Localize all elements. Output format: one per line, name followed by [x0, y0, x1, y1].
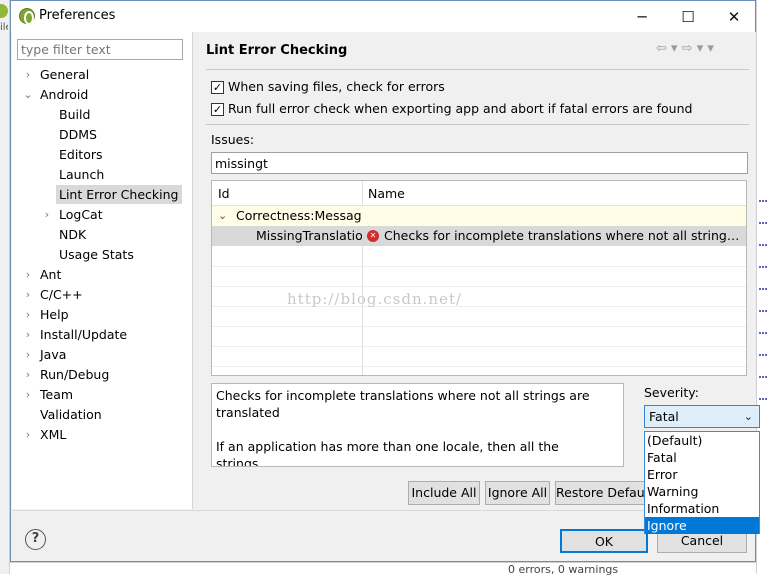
- tree-item-ndk[interactable]: NDK: [59, 225, 90, 244]
- tree-item-lint-error-checking[interactable]: Lint Error Checking: [56, 185, 183, 204]
- chevron-right-icon[interactable]: ›: [42, 205, 52, 224]
- tree-item-editors[interactable]: Editors: [59, 145, 107, 164]
- tree-item-logcat[interactable]: LogCat: [59, 205, 107, 224]
- window-title: Preferences: [39, 8, 116, 23]
- preferences-window: Preferences ─ ☐ ✕ › General ⌄ Android Bu…: [10, 0, 760, 562]
- issue-name: Checks for incomplete translations where…: [384, 228, 744, 243]
- tree-item-ddms[interactable]: DDMS: [59, 125, 101, 144]
- severity-option-warning[interactable]: Warning: [645, 483, 759, 500]
- minimize-button[interactable]: ─: [619, 1, 665, 32]
- issues-table[interactable]: Id Name ⌄ Correctness:Messages MissingTr…: [211, 180, 747, 376]
- severity-option-error[interactable]: Error: [645, 466, 759, 483]
- group-label: Correctness:Messages: [236, 208, 362, 223]
- severity-option-information[interactable]: Information: [645, 500, 759, 517]
- tree-item-android[interactable]: Android: [40, 85, 92, 104]
- tree-item-run-debug[interactable]: Run/Debug: [40, 365, 113, 384]
- check-on-save-checkbox[interactable]: ✓: [211, 81, 224, 94]
- close-button[interactable]: ✕: [711, 1, 757, 32]
- chevron-right-icon[interactable]: ›: [23, 265, 33, 284]
- description-text: Checks for incomplete translations where…: [216, 388, 590, 420]
- filter-input[interactable]: [17, 39, 183, 60]
- background-status-bar: 0 errors, 0 warnings: [10, 562, 756, 576]
- column-header-name[interactable]: Name: [362, 181, 746, 206]
- title-bar: Preferences ─ ☐ ✕: [11, 1, 755, 32]
- error-icon: ✕: [367, 230, 379, 242]
- check-on-export-label: Run full error check when exporting app …: [228, 101, 693, 116]
- preferences-tree-pane: › General ⌄ Android Build DDMS Editors L…: [12, 32, 193, 509]
- chevron-down-icon[interactable]: ⌄: [218, 206, 227, 226]
- ignore-all-button[interactable]: Ignore All: [485, 481, 550, 505]
- issues-search-input[interactable]: [211, 152, 748, 174]
- chevron-right-icon[interactable]: ›: [23, 365, 33, 384]
- tree-item-java[interactable]: Java: [40, 345, 70, 364]
- chevron-down-icon: ⌄: [743, 410, 753, 423]
- severity-select[interactable]: Fatal ⌄: [644, 405, 760, 428]
- chevron-right-icon[interactable]: ›: [23, 345, 33, 364]
- maximize-button[interactable]: ☐: [665, 1, 711, 32]
- severity-label: Severity:: [644, 385, 699, 400]
- background-icon: [0, 4, 8, 18]
- tree-item-validation[interactable]: Validation: [40, 405, 106, 424]
- check-on-export-checkbox[interactable]: ✓: [211, 103, 224, 116]
- background-editor-left: ile: [0, 0, 10, 574]
- chevron-right-icon[interactable]: ›: [23, 385, 33, 404]
- page-title: Lint Error Checking: [206, 43, 348, 58]
- chevron-right-icon[interactable]: ›: [23, 425, 33, 444]
- tree-item-build[interactable]: Build: [59, 105, 94, 124]
- tree-item-help[interactable]: Help: [40, 305, 73, 324]
- history-nav-arrows[interactable]: ⇦ ▾ ⇨ ▾ ▾: [656, 41, 714, 56]
- watermark-text: http://blog.csdn.net/: [287, 290, 463, 308]
- background-status-text: 0 errors, 0 warnings: [508, 563, 619, 576]
- check-on-save-label: When saving files, check for errors: [228, 79, 445, 94]
- chevron-right-icon[interactable]: ›: [23, 65, 33, 84]
- issue-description: Checks for incomplete translations where…: [211, 383, 624, 467]
- chevron-right-icon[interactable]: ›: [23, 305, 33, 324]
- ok-button[interactable]: OK: [560, 529, 648, 553]
- severity-option-ignore[interactable]: Ignore: [645, 517, 759, 534]
- severity-option-fatal[interactable]: Fatal: [645, 449, 759, 466]
- help-icon[interactable]: ?: [25, 529, 46, 550]
- tree-item-team[interactable]: Team: [40, 385, 77, 404]
- severity-option-default[interactable]: (Default): [645, 432, 759, 449]
- tree-item-general[interactable]: General: [40, 65, 93, 84]
- section-separator: [206, 124, 749, 125]
- chevron-right-icon[interactable]: ›: [23, 285, 33, 304]
- severity-selected-value: Fatal: [649, 409, 679, 424]
- tree-item-ant[interactable]: Ant: [40, 265, 65, 284]
- chevron-down-icon[interactable]: ⌄: [23, 85, 33, 104]
- column-header-id[interactable]: Id: [212, 181, 362, 206]
- lint-preferences-page: Lint Error Checking ⇦ ▾ ⇨ ▾ ▾ ✓ When sav…: [194, 32, 760, 534]
- chevron-right-icon[interactable]: ›: [23, 325, 33, 344]
- table-row-group[interactable]: ⌄ Correctness:Messages: [212, 206, 746, 226]
- tree-item-usage-stats[interactable]: Usage Stats: [59, 245, 138, 264]
- description-text-continued: If an application has more than one loca…: [216, 439, 559, 467]
- tree-item-cpp[interactable]: C/C++: [40, 285, 87, 304]
- issue-id: MissingTranslation: [256, 228, 362, 243]
- include-all-button[interactable]: Include All: [408, 481, 480, 505]
- tree-item-xml[interactable]: XML: [40, 425, 70, 444]
- eclipse-icon: [19, 8, 35, 25]
- severity-dropdown-list[interactable]: (Default) Fatal Error Warning Informatio…: [644, 431, 760, 534]
- issues-label: Issues:: [211, 132, 255, 147]
- tree-item-install-update[interactable]: Install/Update: [40, 325, 131, 344]
- tree-item-launch[interactable]: Launch: [59, 165, 108, 184]
- table-row-issue[interactable]: MissingTranslation ✕ Checks for incomple…: [212, 226, 746, 246]
- title-separator: [206, 69, 749, 70]
